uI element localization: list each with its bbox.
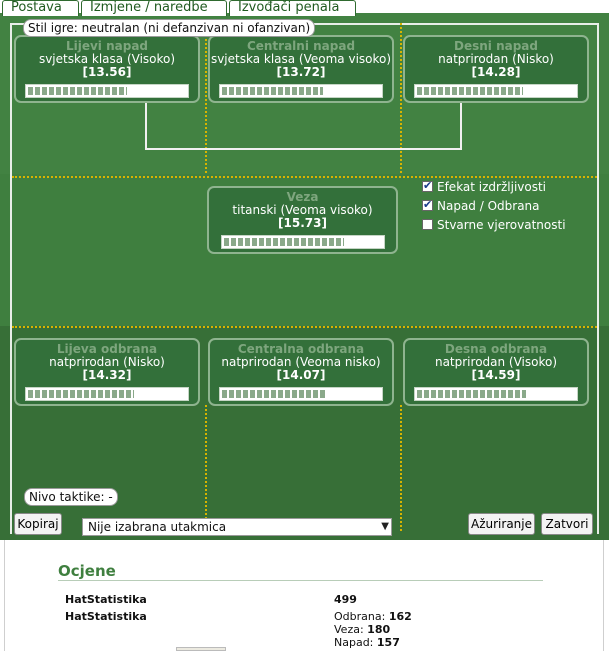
rating-bar-fill [222, 390, 326, 398]
connector-right [460, 101, 462, 149]
box-value: [15.73] [278, 216, 327, 230]
ratings-divider [58, 580, 543, 581]
rating-bar [219, 387, 383, 401]
box-value: [13.72] [276, 65, 326, 79]
ratings-heading: Ocjene [58, 562, 116, 580]
checkbox-real-probabilities[interactable]: Stvarne vjerovatnosti [422, 219, 566, 232]
stat-value-total: 499 [334, 593, 357, 606]
rating-bar-fill [28, 390, 134, 398]
rating-bar [25, 84, 189, 98]
connector-left [145, 101, 147, 149]
right-attack-box: Desni napad natprirodan (Nisko) [14.28] [403, 35, 589, 103]
ratings-panel: Ocjene HatStatistika 499 HatStatistika O… [4, 540, 604, 651]
midfield-box: Veza titanski (Veoma visoko) [15.73] [207, 186, 398, 254]
stat-line-midfield: Veza: 180 [334, 623, 412, 636]
stat-line-label: Napad: [334, 636, 374, 649]
stat-label-breakdown: HatStatistika [65, 610, 147, 623]
left-attack-box: Lijevi napad svjetska klasa (Visoko) [13… [14, 35, 200, 103]
dotted-vline-4 [400, 405, 402, 531]
tab-penalty-takers[interactable]: Izvođači penala [229, 0, 356, 16]
stat-breakdown: Odbrana: 162 Veza: 180 Napad: 157 [334, 610, 412, 649]
dotted-vline-2 [400, 23, 402, 173]
tactic-level-label: Nivo taktike: - [24, 488, 118, 506]
checkbox-icon[interactable] [422, 179, 433, 192]
box-value: [14.07] [276, 368, 326, 382]
rating-bar [219, 84, 383, 98]
center-attack-box: Centralni napad svjetska klasa (Veoma vi… [208, 35, 394, 103]
copy-button[interactable]: Kopiraj [14, 513, 62, 535]
stat-line-attack: Napad: 157 [334, 636, 412, 649]
right-defense-box: Desna odbrana natprirodan (Visoko) [14.5… [403, 338, 589, 406]
stat-line-value: 180 [367, 623, 391, 636]
checkbox-stamina[interactable]: Efekat izdržljivosti [422, 179, 547, 194]
box-value: [14.28] [471, 65, 521, 79]
rating-bar [414, 84, 578, 98]
tab-bar: Postava Izmjene / naredbe Izvođači penal… [0, 0, 609, 16]
match-select[interactable]: Nije izabrana utakmica ▼ [82, 518, 392, 536]
scrollbar-thumb[interactable] [176, 647, 226, 651]
dotted-vline-1 [205, 23, 207, 173]
checkbox-label: Stvarne vjerovatnosti [437, 218, 566, 232]
chevron-down-icon[interactable]: ▼ [381, 519, 389, 535]
lineup-window: Lijevi napad svjetska klasa (Visoko) [13… [0, 0, 609, 651]
checkbox-icon[interactable] [422, 198, 433, 211]
tab-lineup[interactable]: Postava [2, 0, 79, 16]
center-defense-box: Centralna odbrana natprirodan (Veoma nis… [208, 338, 394, 406]
rating-bar-fill [417, 87, 523, 95]
box-value: [14.32] [82, 368, 132, 382]
connector-bottom [145, 148, 462, 150]
checkbox-icon[interactable] [422, 219, 433, 230]
rating-bar-fill [223, 238, 344, 246]
match-select-value: Nije izabrana utakmica [88, 520, 227, 534]
rating-bar [220, 235, 385, 249]
checkbox-attack-defense[interactable]: Napad / Odbrana [422, 198, 540, 213]
box-value: [13.56] [82, 65, 132, 79]
box-value: [14.59] [471, 368, 521, 382]
stat-line-label: Odbrana: [334, 610, 386, 623]
update-button[interactable]: Ažuriranje [468, 513, 535, 535]
rating-bar [414, 387, 578, 401]
checkbox-label: Efekat izdržljivosti [437, 180, 547, 194]
dotted-line-upper [12, 176, 597, 178]
checkbox-label: Napad / Odbrana [437, 199, 540, 213]
rating-bar-fill [222, 87, 323, 95]
close-button[interactable]: Zatvori [541, 513, 593, 535]
tactics-field: Lijevi napad svjetska klasa (Visoko) [13… [0, 13, 609, 540]
rating-bar [25, 387, 189, 401]
stat-line-label: Veza: [334, 623, 364, 636]
play-style-label: Stil igre: neutralan (ni defanzivan ni o… [23, 19, 316, 37]
stat-line-defense: Odbrana: 162 [334, 610, 412, 623]
stat-line-value: 157 [376, 636, 400, 649]
tab-substitutions[interactable]: Izmjene / naredbe [81, 0, 227, 16]
stat-line-value: 162 [388, 610, 412, 623]
left-defense-box: Lijeva odbrana natprirodan (Nisko) [14.3… [14, 338, 200, 406]
stat-label-total: HatStatistika [65, 593, 147, 606]
dotted-vline-3 [205, 405, 207, 531]
rating-bar-fill [28, 87, 127, 95]
dotted-line-lower [12, 326, 597, 328]
rating-bar-fill [417, 390, 526, 398]
